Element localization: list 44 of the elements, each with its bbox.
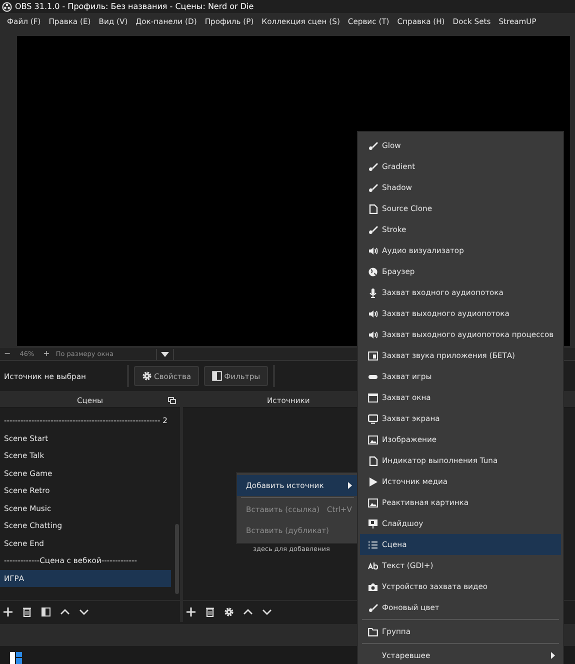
window-icon <box>368 392 378 402</box>
text-icon <box>368 560 378 570</box>
trash-icon[interactable] <box>205 606 215 616</box>
speaker-icon <box>368 330 378 340</box>
down-icon[interactable] <box>79 606 89 616</box>
image-icon <box>368 498 378 508</box>
file-icon <box>368 204 378 214</box>
brush-icon <box>368 182 378 192</box>
camera-icon <box>368 582 378 592</box>
zoom-in-button[interactable]: + <box>39 348 54 360</box>
app-logo-icon <box>2 2 12 12</box>
filter-icon <box>212 371 222 381</box>
speaker-icon <box>368 246 378 256</box>
add-icon[interactable] <box>186 606 196 616</box>
list-icon <box>368 540 378 550</box>
submenu-arrow-icon <box>348 482 352 489</box>
slideshow-icon <box>368 518 378 528</box>
brush-icon <box>368 140 378 150</box>
image-icon <box>368 434 378 444</box>
zoom-out-button[interactable]: − <box>0 348 15 360</box>
brush-icon <box>368 162 378 172</box>
file-icon <box>368 456 378 466</box>
gear-icon <box>142 371 152 381</box>
speaker-icon <box>368 308 378 318</box>
add-icon[interactable] <box>3 606 13 616</box>
play-icon <box>368 476 378 486</box>
gear-icon[interactable] <box>224 606 234 616</box>
filter-icon[interactable] <box>41 606 51 616</box>
app-window-icon <box>368 350 378 360</box>
globe-icon <box>368 266 378 276</box>
folder-icon <box>368 626 378 636</box>
microphone-icon <box>368 288 378 298</box>
app-icon <box>10 652 22 664</box>
trash-icon[interactable] <box>22 606 32 616</box>
monitor-icon <box>368 414 378 424</box>
undock-icon[interactable] <box>168 397 176 404</box>
brush-icon <box>368 224 378 234</box>
up-icon[interactable] <box>60 606 70 616</box>
brush-icon <box>368 602 378 612</box>
submenu-arrow-icon <box>551 652 555 659</box>
up-icon[interactable] <box>243 606 253 616</box>
down-icon[interactable] <box>262 606 272 616</box>
caret-icon <box>160 352 169 356</box>
window-title: OBS 31.1.0 - Профиль: Без названия - Сцены: Nerd or Die <box>15 2 254 11</box>
